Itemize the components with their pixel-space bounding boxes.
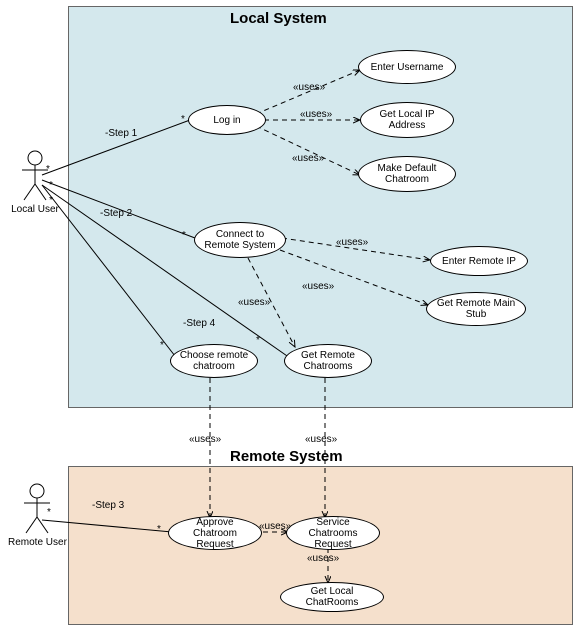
- remote-user-label: Remote User: [8, 537, 66, 548]
- star-3: *: [49, 180, 53, 191]
- star-1: *: [46, 164, 50, 175]
- uses-label-2: «uses»: [300, 109, 332, 120]
- usecase-enteruser: Enter Username: [358, 50, 456, 84]
- remote-system-title: Remote System: [230, 448, 343, 465]
- uses-label-6: «uses»: [238, 297, 270, 308]
- star-8: *: [47, 507, 51, 518]
- uses-label-9: «uses»: [259, 521, 291, 532]
- usecase-approve: Approve Chatroom Request: [168, 516, 262, 550]
- star-6: *: [160, 340, 164, 351]
- usecase-getlocalrooms: Get Local ChatRooms: [280, 582, 384, 612]
- uses-label-1: «uses»: [293, 82, 325, 93]
- remote-user-actor: Remote User: [8, 483, 66, 548]
- step4-label: -Step 4: [183, 318, 215, 329]
- star-5: *: [49, 195, 53, 206]
- usecase-makedefault: Make Default Chatroom: [358, 156, 456, 192]
- uses-label-7: «uses»: [189, 434, 221, 445]
- usecase-enterremoteip: Enter Remote IP: [430, 246, 528, 276]
- uses-label-4: «uses»: [336, 237, 368, 248]
- star-7: *: [256, 335, 260, 346]
- uses-label-3: «uses»: [292, 153, 324, 164]
- star-9: *: [157, 524, 161, 535]
- step2-label: -Step 2: [100, 208, 132, 219]
- star-2: *: [181, 114, 185, 125]
- usecase-login: Log in: [188, 105, 266, 135]
- usecase-getremote: Get Remote Chatrooms: [284, 344, 372, 378]
- uses-label-5: «uses»: [302, 281, 334, 292]
- step1-label: -Step 1: [105, 128, 137, 139]
- usecase-service: Service Chatrooms Request: [286, 516, 380, 550]
- local-system-title: Local System: [230, 10, 327, 27]
- usecase-connect: Connect to Remote System: [194, 222, 286, 258]
- star-4: *: [182, 230, 186, 241]
- usecase-choose: Choose remote chatroom: [170, 344, 258, 378]
- step3-label: -Step 3: [92, 500, 124, 511]
- usecase-getip: Get Local IP Address: [360, 102, 454, 138]
- usecase-getstub: Get Remote Main Stub: [426, 292, 526, 326]
- uses-label-10: «uses»: [307, 553, 339, 564]
- uses-label-8: «uses»: [305, 434, 337, 445]
